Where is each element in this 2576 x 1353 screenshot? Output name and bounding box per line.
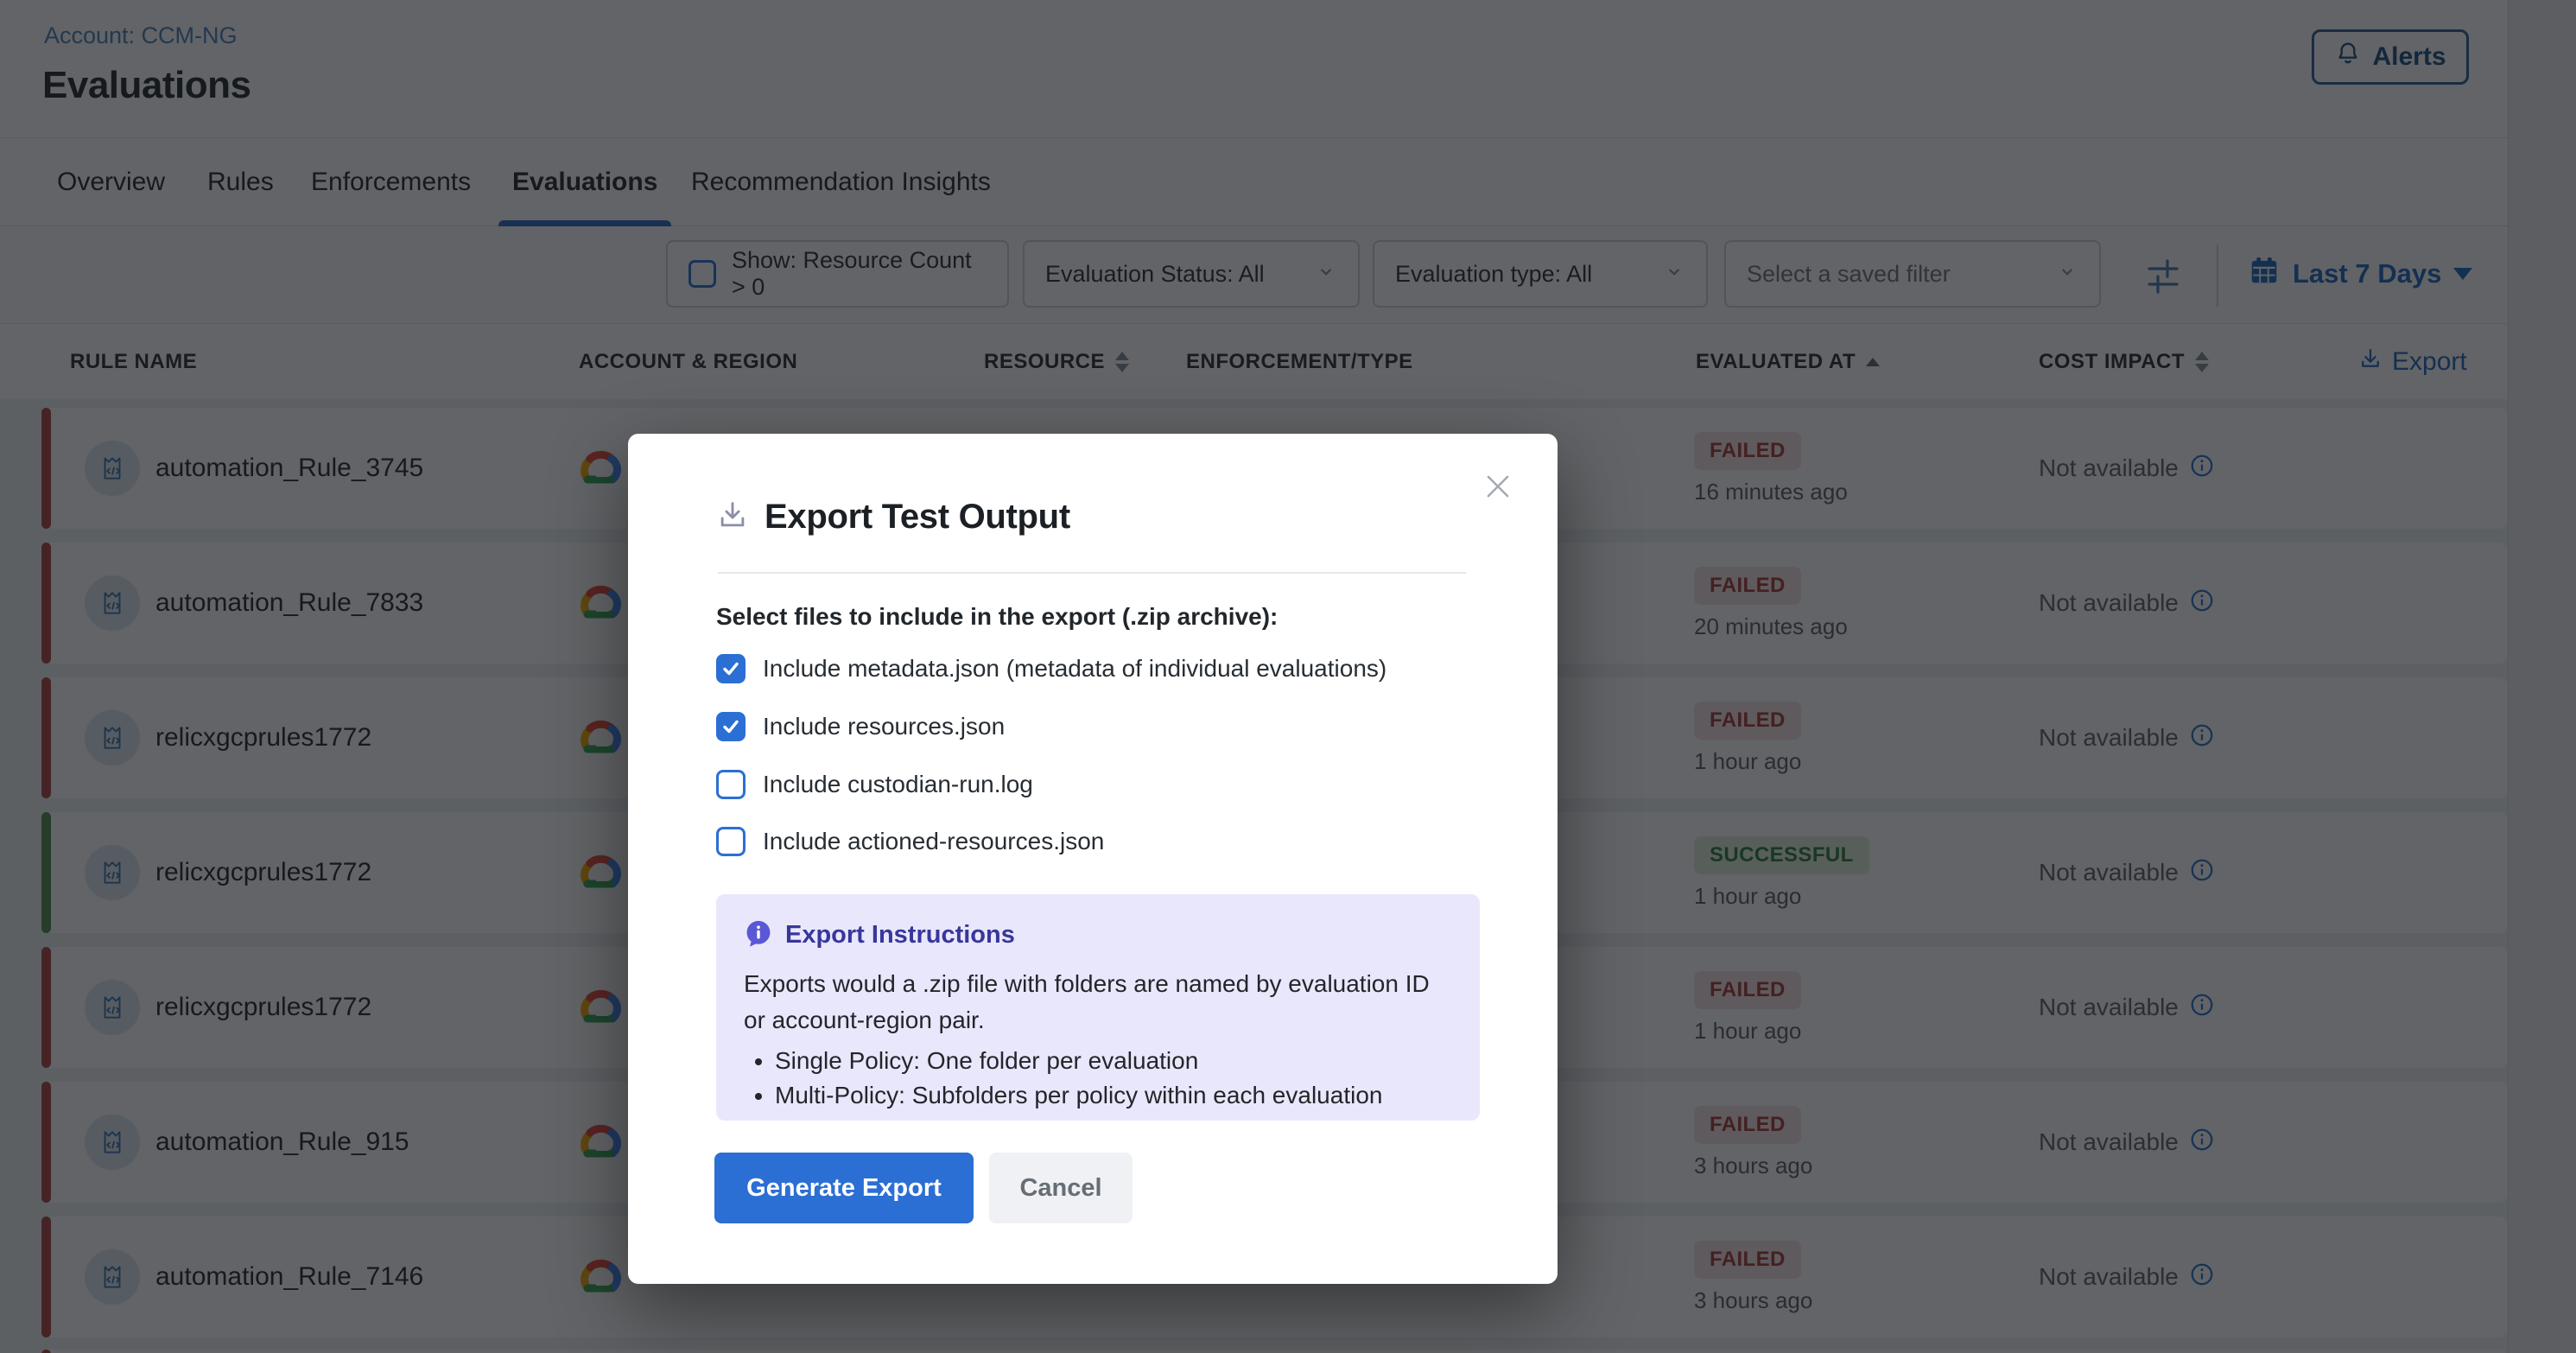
export-instructions-header: Export Instructions xyxy=(744,918,1452,952)
export-instructions-title: Export Instructions xyxy=(785,921,1015,950)
download-icon xyxy=(716,499,749,536)
checkbox-label: Include actioned-resources.json xyxy=(763,828,1104,855)
close-icon[interactable] xyxy=(1482,470,1514,503)
modal-divider xyxy=(718,572,1466,574)
modal-title-row: Export Test Output xyxy=(716,498,1070,537)
checkbox[interactable] xyxy=(716,770,746,799)
checkbox-label: Include metadata.json (metadata of indiv… xyxy=(763,655,1386,683)
export-instructions-body: Exports would a .zip file with folders a… xyxy=(744,966,1452,1039)
generate-export-button[interactable]: Generate Export xyxy=(714,1153,974,1223)
instruction-bullet: Multi-Policy: Subfolders per policy with… xyxy=(775,1078,1452,1113)
checkbox[interactable] xyxy=(716,654,746,683)
checkbox-include-actioned-resources[interactable]: Include actioned-resources.json xyxy=(716,827,1104,856)
export-test-output-modal: Export Test Output Select files to inclu… xyxy=(628,434,1558,1284)
cancel-button[interactable]: Cancel xyxy=(989,1153,1133,1223)
checkbox-label: Include custodian-run.log xyxy=(763,771,1033,798)
export-instructions-bullets: Single Policy: One folder per evaluation… xyxy=(775,1044,1452,1113)
checkbox[interactable] xyxy=(716,712,746,741)
checkbox[interactable] xyxy=(716,827,746,856)
checkbox-include-metadata[interactable]: Include metadata.json (metadata of indiv… xyxy=(716,654,1386,683)
checkbox-include-resources[interactable]: Include resources.json xyxy=(716,712,1005,741)
checkbox-label: Include resources.json xyxy=(763,713,1005,740)
instruction-bullet: Single Policy: One folder per evaluation xyxy=(775,1044,1452,1078)
modal-title: Export Test Output xyxy=(765,498,1070,537)
checkbox-include-custodian-run-log[interactable]: Include custodian-run.log xyxy=(716,770,1033,799)
select-files-label: Select files to include in the export (.… xyxy=(716,603,1278,631)
export-instructions-box: Export Instructions Exports would a .zip… xyxy=(716,894,1480,1121)
info-bubble-icon xyxy=(744,918,773,952)
